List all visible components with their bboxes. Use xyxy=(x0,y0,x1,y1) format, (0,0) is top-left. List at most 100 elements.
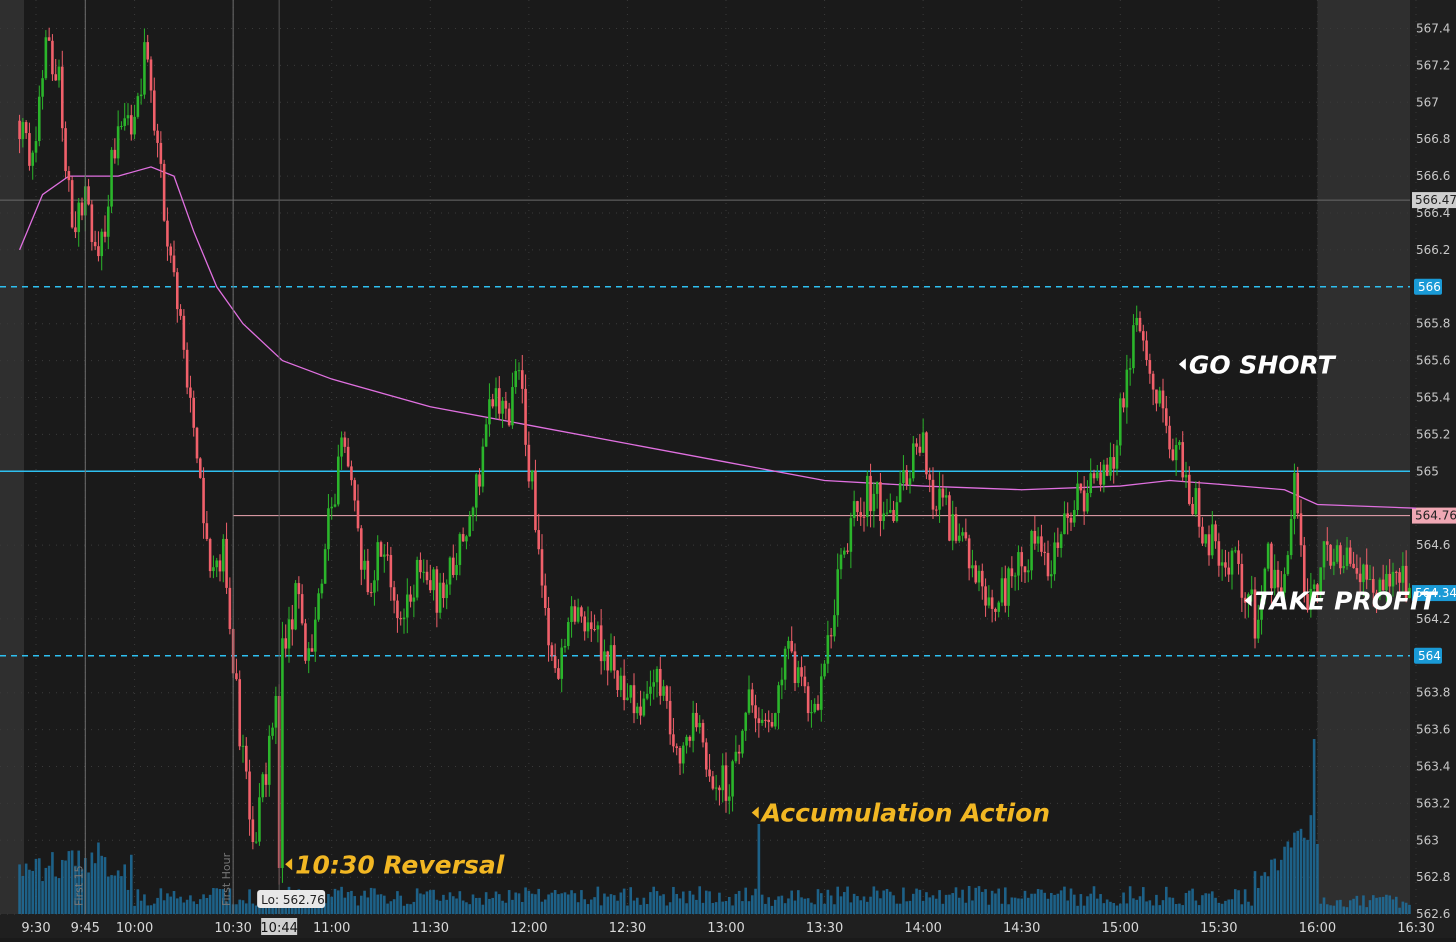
volume-bar xyxy=(724,900,728,914)
candle-body xyxy=(47,37,51,41)
volume-bar xyxy=(1224,900,1227,914)
candle-body xyxy=(839,554,843,570)
candle-body xyxy=(120,125,123,127)
intraday-chart[interactable]: 566 564 566.47 564.76 564.34 First 15 First H… xyxy=(0,0,1456,938)
volume-bar xyxy=(1191,888,1194,914)
candle-body xyxy=(803,676,807,687)
candle-body xyxy=(1174,445,1178,461)
candle-body xyxy=(1099,472,1102,485)
candle-body xyxy=(442,582,445,599)
volume-bar xyxy=(455,898,458,914)
volume-bar xyxy=(517,893,521,914)
volume-bar xyxy=(882,890,886,914)
volume-bar xyxy=(1069,888,1073,914)
chart-canvas[interactable]: 566564566.47564.76564.34 First 15 First H… xyxy=(0,0,1456,938)
volume-bar xyxy=(139,900,143,914)
volume-bar xyxy=(1358,905,1362,914)
candle-body xyxy=(977,570,981,583)
volume-bar xyxy=(1178,903,1181,914)
candle-body xyxy=(310,648,314,652)
volume-bar xyxy=(369,887,373,914)
candle-body xyxy=(645,693,649,699)
volume-bar xyxy=(1306,839,1309,914)
candle-body xyxy=(126,115,130,119)
volume-bar xyxy=(612,895,616,914)
volume-bar xyxy=(580,890,583,914)
y-tick-label: 563.4 xyxy=(1416,760,1450,774)
volume-bar xyxy=(169,896,173,914)
candle-body xyxy=(451,557,455,576)
volume-bar xyxy=(1325,904,1329,914)
candle-body xyxy=(409,594,412,602)
volume-bar xyxy=(1089,893,1093,914)
candle-body xyxy=(1056,542,1060,548)
candle-body xyxy=(1365,564,1369,580)
volume-bar xyxy=(790,890,794,914)
volume-bar xyxy=(1404,902,1408,914)
volume-bar xyxy=(1371,895,1375,914)
candle-body xyxy=(1339,545,1342,569)
candle-body xyxy=(382,554,386,557)
candle-body xyxy=(110,149,113,207)
y-tick-label: 565.4 xyxy=(1416,391,1450,405)
volume-bar xyxy=(215,888,219,914)
candle-body xyxy=(833,615,836,637)
volume-bar xyxy=(399,895,403,914)
volume-bar xyxy=(980,891,984,914)
candle-body xyxy=(540,549,544,586)
x-tick-label: 9:30 xyxy=(21,921,50,936)
candle-body xyxy=(336,456,340,505)
volume-bar xyxy=(639,904,642,914)
candle-body xyxy=(511,387,514,426)
candle-body xyxy=(849,518,853,552)
volume-bar xyxy=(21,875,25,914)
candle-body xyxy=(1178,442,1181,446)
volume-bar xyxy=(504,902,508,914)
x-tick-label: 15:30 xyxy=(1200,921,1237,936)
candle-body xyxy=(1020,552,1024,567)
volume-bar xyxy=(392,899,396,914)
candle-body xyxy=(93,241,97,247)
candle-body xyxy=(1141,331,1145,341)
candle-body xyxy=(856,501,859,513)
volume-bar xyxy=(244,903,248,914)
y-tick-label: 567.4 xyxy=(1416,22,1450,36)
volume-bar xyxy=(734,893,738,914)
candle-body xyxy=(951,514,955,541)
candle-body xyxy=(629,685,633,698)
volume-bar xyxy=(136,889,140,914)
volume-bar xyxy=(1197,905,1201,914)
volume-bar xyxy=(609,894,613,914)
y-tick-label: 563 xyxy=(1416,833,1439,847)
volume-bar xyxy=(892,895,895,914)
volume-bar xyxy=(1230,899,1234,914)
volume-bar xyxy=(524,887,527,914)
volume-bar xyxy=(1378,897,1382,914)
candle-body xyxy=(363,560,366,570)
candle-body xyxy=(192,397,196,428)
candle-body xyxy=(1000,578,1004,603)
volume-bar xyxy=(1105,899,1109,914)
annotation-label: Accumulation Action xyxy=(760,799,1050,828)
candle-body xyxy=(1325,541,1329,545)
volume-bar xyxy=(714,902,718,914)
volume-bar xyxy=(603,893,606,914)
candle-body xyxy=(235,673,238,680)
y-tick-label: 565.2 xyxy=(1416,427,1450,441)
volume-bar xyxy=(330,896,334,914)
volume-bar xyxy=(1352,898,1355,914)
candle-body xyxy=(576,607,580,622)
candle-body xyxy=(287,619,291,649)
candle-body xyxy=(668,700,672,735)
volume-bar xyxy=(458,891,462,914)
candle-body xyxy=(274,696,278,728)
candle-body xyxy=(984,586,987,606)
candle-body xyxy=(412,597,416,602)
candle-body xyxy=(90,204,94,242)
candle-body xyxy=(471,507,475,517)
candle-body xyxy=(1049,574,1053,577)
volume-bar xyxy=(543,899,547,914)
candle-body xyxy=(258,797,261,842)
volume-bar xyxy=(599,905,603,914)
volume-bar xyxy=(767,897,771,914)
